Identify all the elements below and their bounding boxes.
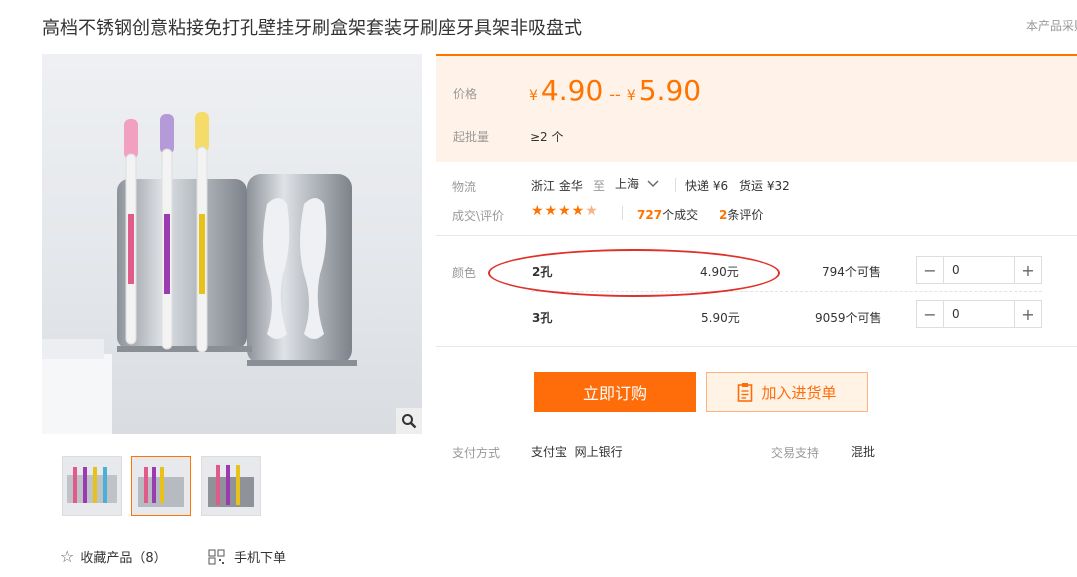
thumbnail-2[interactable] bbox=[131, 456, 191, 516]
quantity-stepper[interactable]: − 0 + bbox=[916, 256, 1042, 284]
variant-stock: 9059个可售 bbox=[815, 311, 882, 325]
highlight-annotation bbox=[488, 249, 780, 297]
quantity-input[interactable]: 0 bbox=[944, 301, 1014, 327]
deals-label: 个成交 bbox=[662, 208, 699, 222]
buy-now-button[interactable]: 立即订购 bbox=[534, 372, 696, 412]
reviews-label: 成交\评价 bbox=[452, 209, 505, 223]
price-high: 5.90 bbox=[638, 74, 702, 107]
magnifier-icon bbox=[402, 414, 417, 429]
star-outline-icon: ☆ bbox=[60, 547, 75, 566]
favorite-label: 收藏产品（8） bbox=[80, 551, 167, 566]
reviews-link[interactable]: 2条评价 bbox=[719, 206, 763, 223]
thumbnail-1[interactable] bbox=[62, 456, 122, 516]
price-separator: -- bbox=[609, 85, 621, 104]
logistics-to: 至 bbox=[593, 179, 606, 193]
price-label: 价格 bbox=[453, 87, 478, 101]
currency-symbol: ¥ bbox=[529, 88, 538, 104]
star-filled-icon: ★★★★ bbox=[531, 203, 586, 219]
decrease-button[interactable]: − bbox=[917, 301, 944, 327]
section-divider bbox=[436, 235, 1077, 236]
destination-value: 上海 bbox=[615, 177, 640, 191]
toothbrush-holder-illustration bbox=[42, 112, 357, 434]
add-to-cart-button[interactable]: 加入进货单 bbox=[706, 372, 868, 412]
moq-value: ≥2 个 bbox=[530, 130, 564, 144]
rating-stars: ★★★★★ bbox=[531, 203, 599, 219]
qr-code-icon bbox=[208, 549, 225, 564]
payment-methods: 支付宝 网上银行 bbox=[531, 445, 623, 459]
product-title: 高档不锈钢创意粘接免打孔壁挂牙刷盒架套装牙刷座牙具架非吸盘式 bbox=[42, 18, 582, 39]
thumbnail-image bbox=[138, 467, 184, 507]
price-panel: 价格 ¥ 4.90 -- ¥ 5.90 起批量 ≥2 个 bbox=[436, 54, 1077, 162]
mobile-label: 手机下单 bbox=[234, 551, 287, 566]
variant-price: 5.90元 bbox=[701, 311, 740, 325]
thumbnail-image bbox=[208, 465, 254, 507]
review-label: 条评价 bbox=[727, 208, 764, 222]
zoom-button[interactable] bbox=[396, 408, 422, 434]
deals-count: 727 bbox=[637, 208, 663, 222]
quantity-stepper[interactable]: − 0 + bbox=[916, 300, 1042, 328]
favorite-product-button[interactable]: ☆ 收藏产品（8） bbox=[60, 547, 167, 566]
quantity-input[interactable]: 0 bbox=[944, 257, 1014, 283]
increase-button[interactable]: + bbox=[1014, 257, 1041, 283]
logistics-origin: 浙江 金华 bbox=[531, 179, 583, 193]
logistics-label: 物流 bbox=[452, 180, 477, 194]
thumbnail-image bbox=[67, 467, 117, 503]
chevron-down-icon bbox=[647, 180, 659, 187]
variant-name: 3孔 bbox=[532, 311, 553, 325]
decrease-button[interactable]: − bbox=[917, 257, 944, 283]
main-product-image[interactable] bbox=[42, 54, 422, 434]
add-to-cart-label: 加入进货单 bbox=[761, 383, 837, 402]
star-half-icon: ★ bbox=[585, 203, 599, 219]
payment-label: 支付方式 bbox=[452, 446, 501, 460]
trade-support-label: 交易支持 bbox=[771, 446, 820, 460]
express-fee: 快递 ¥6 bbox=[685, 179, 729, 193]
freight-fee: 货运 ¥32 bbox=[739, 179, 790, 193]
destination-select[interactable]: 上海 bbox=[615, 175, 659, 192]
deals-link[interactable]: 727个成交 bbox=[637, 206, 698, 223]
variant-row: 3孔 5.90元 9059个可售 − 0 + bbox=[436, 296, 1077, 336]
section-divider bbox=[436, 346, 1077, 347]
currency-symbol: ¥ bbox=[626, 88, 636, 104]
price-low: 4.90 bbox=[540, 74, 604, 107]
divider bbox=[622, 206, 623, 220]
source-note: 本产品采购 bbox=[1026, 19, 1077, 33]
variant-stock: 794个可售 bbox=[822, 265, 881, 279]
divider bbox=[675, 178, 676, 192]
thumbnail-3[interactable] bbox=[201, 456, 261, 516]
price-range: ¥ 4.90 -- ¥ 5.90 bbox=[529, 74, 701, 107]
trade-support-value: 混批 bbox=[851, 445, 876, 459]
increase-button[interactable]: + bbox=[1014, 301, 1041, 327]
mobile-order-button[interactable]: 手机下单 bbox=[208, 547, 286, 566]
clipboard-icon bbox=[738, 383, 753, 402]
moq-label: 起批量 bbox=[453, 130, 490, 144]
